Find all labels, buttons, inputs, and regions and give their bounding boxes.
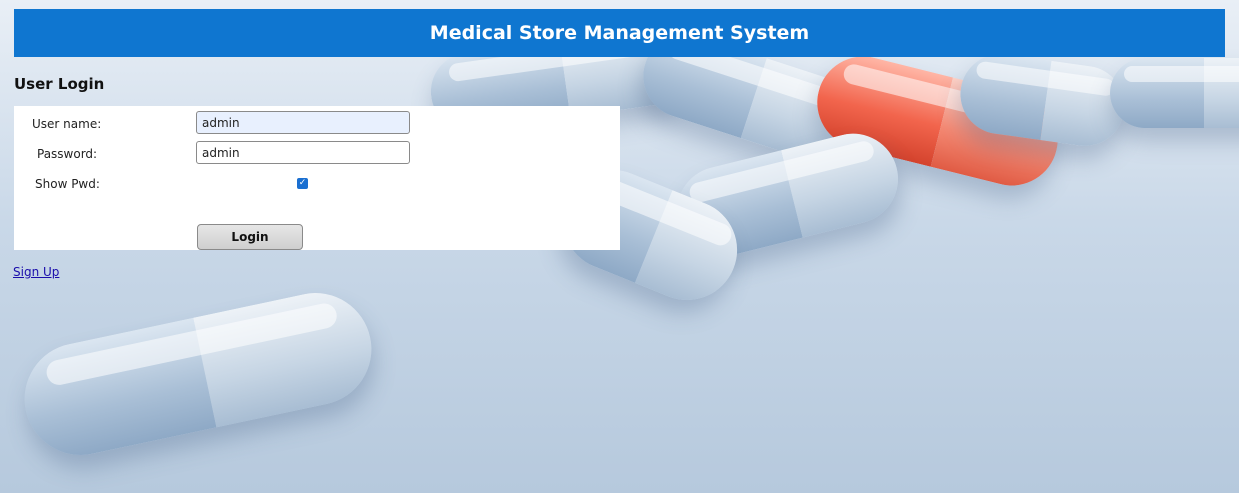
check-icon: ✓: [298, 178, 307, 188]
show-pwd-label: Show Pwd:: [35, 177, 100, 191]
password-input[interactable]: [196, 141, 410, 164]
username-label: User name:: [32, 117, 102, 131]
capsule-decoration: [14, 282, 382, 466]
login-form: User name: Password: Show Pwd: ✓ Login: [14, 106, 620, 250]
signup-link[interactable]: Sign Up: [13, 265, 59, 279]
capsule-decoration: [1110, 58, 1239, 128]
section-title: User Login: [14, 75, 105, 93]
show-pwd-checkbox[interactable]: ✓: [297, 178, 308, 189]
password-label: Password:: [37, 147, 98, 161]
page-background: Medical Store Management System User Log…: [0, 0, 1239, 493]
login-button[interactable]: Login: [197, 224, 303, 250]
header-bar: Medical Store Management System: [14, 9, 1225, 57]
app-title: Medical Store Management System: [429, 22, 810, 44]
username-input[interactable]: [196, 111, 410, 134]
